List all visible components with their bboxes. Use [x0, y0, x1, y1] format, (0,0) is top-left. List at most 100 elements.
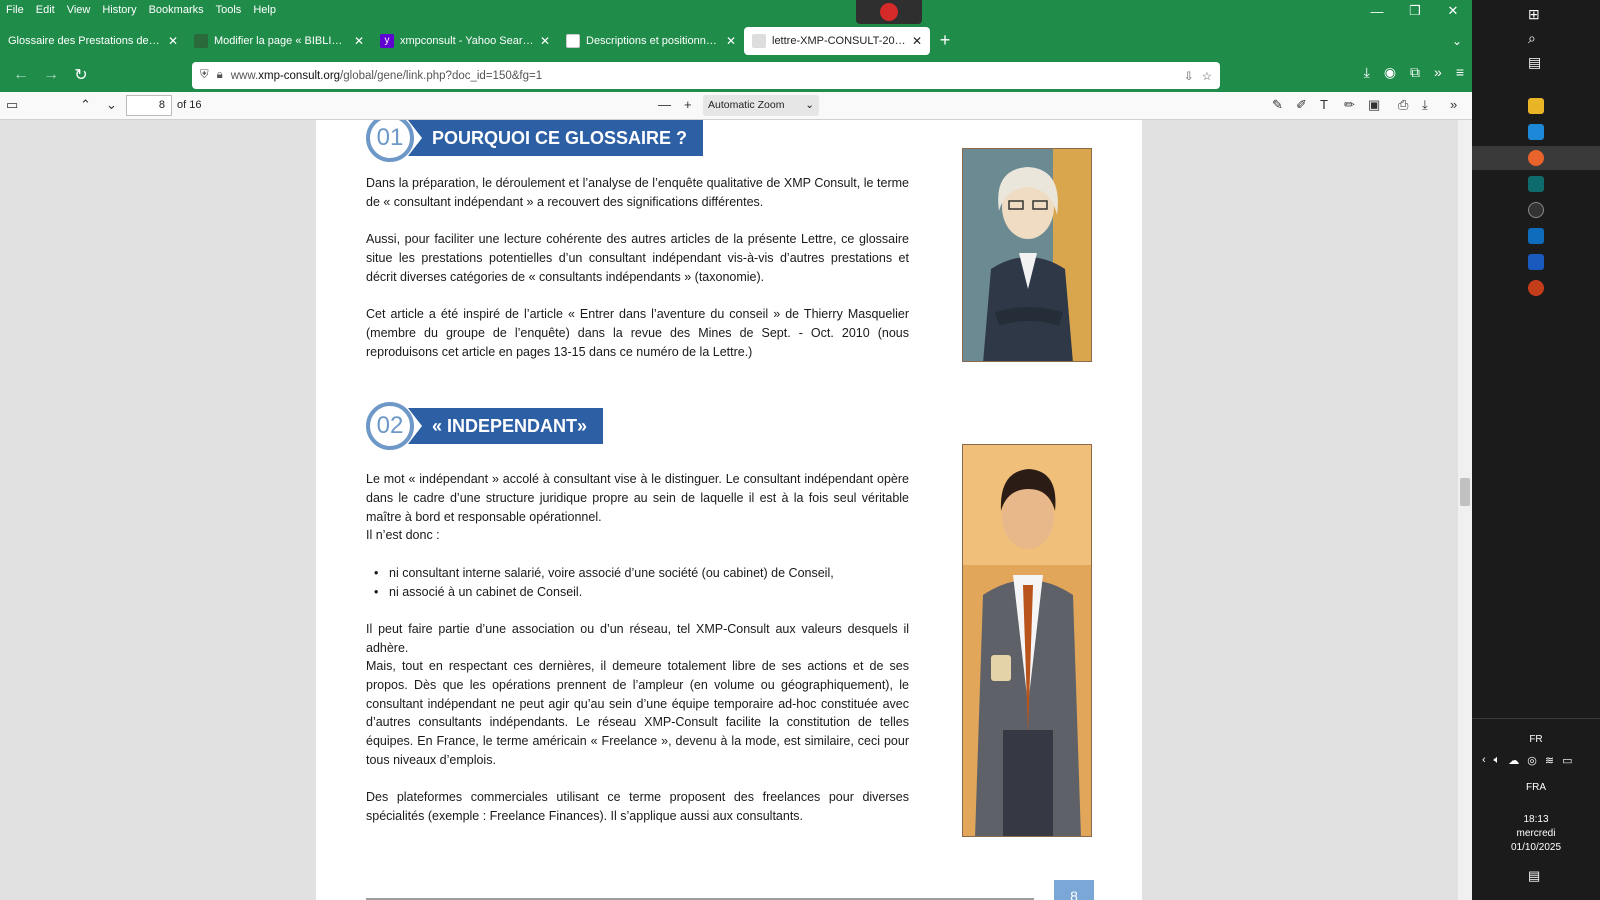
xmp-favicon-icon — [752, 33, 766, 48]
draw-icon[interactable]: ✐ — [1296, 97, 1307, 113]
bullet-list: ni consultant interne salarié, voire ass… — [374, 564, 894, 602]
list-item: ni associé à un cabinet de Conseil. — [374, 583, 894, 602]
input-language[interactable]: FRA — [1472, 782, 1600, 793]
bookmark-star-icon[interactable]: ☆ — [1202, 69, 1212, 83]
section-number: 01 — [366, 120, 414, 162]
pdf-toolbar: ▭ ⌃ ⌄ 8 of 16 — + Automatic Zoom ⌄ ✎ ✐ T … — [0, 92, 1472, 120]
volume-icon[interactable]: 🔈︎ — [1494, 754, 1501, 767]
url-bar[interactable]: ⛨ 🔒︎ www.xmp-consult.org/global/gene/lin… — [192, 62, 1220, 89]
tab-descriptions[interactable]: Descriptions et positionnement ✕ — [558, 27, 744, 55]
overflow-chevrons-icon[interactable]: » — [1434, 64, 1442, 81]
section-title: POURQUOI CE GLOSSAIRE ? — [408, 120, 704, 156]
menu-file[interactable]: File — [0, 4, 30, 16]
powerpoint-icon[interactable] — [1528, 280, 1544, 296]
tab-title: Modifier la page « BIBLIOGRAPHIE — [214, 34, 348, 47]
close-window-button[interactable]: ✕ — [1434, 0, 1472, 22]
reader-mode-icon[interactable]: ⇩ — [1184, 69, 1194, 83]
app-icon[interactable] — [1528, 176, 1544, 192]
tab-glossaire[interactable]: Glossaire des Prestations de conseil ✕ — [0, 27, 186, 55]
meet-icon[interactable]: ◎ — [1527, 754, 1537, 767]
image-tool-icon[interactable]: ▣ — [1368, 97, 1380, 113]
paragraph: Aussi, pour faciliter une lecture cohére… — [366, 232, 909, 284]
more-tools-icon[interactable]: » — [1450, 97, 1457, 112]
text-tool-icon[interactable]: T — [1320, 97, 1328, 112]
paragraph: Il peut faire partie d’une association o… — [366, 622, 909, 655]
cloud-icon[interactable]: ☁ — [1508, 754, 1519, 767]
paragraph: Cet article a été inspiré de l’article «… — [366, 307, 909, 359]
page-count: of 16 — [177, 99, 202, 111]
file-explorer-icon[interactable] — [1528, 98, 1544, 114]
outlook-icon[interactable] — [1528, 228, 1544, 244]
highlight-icon[interactable]: ✎ — [1272, 97, 1283, 113]
menu-view[interactable]: View — [61, 4, 97, 16]
tab-lettre-pdf[interactable]: lettre-XMP-CONSULT-2025_01 ✕ — [744, 26, 930, 55]
close-tab-icon[interactable]: ✕ — [726, 34, 736, 48]
extensions-icon[interactable]: ⧉ — [1410, 64, 1420, 81]
firefox-icon[interactable] — [1528, 150, 1544, 166]
task-view-icon[interactable]: ▤ — [1528, 54, 1541, 71]
search-icon[interactable]: ⌕ — [1528, 30, 1536, 47]
new-tab-button[interactable]: + — [930, 30, 960, 51]
print-icon[interactable]: ⎙ — [1398, 97, 1408, 113]
vertical-scrollbar[interactable] — [1458, 120, 1472, 900]
page-number-badge: 8 — [1054, 880, 1094, 900]
ink-icon[interactable]: ✏ — [1344, 97, 1355, 113]
mic-indicator[interactable] — [856, 0, 922, 24]
section-01-heading: 01 POURQUOI CE GLOSSAIRE ? — [366, 120, 704, 162]
page-number-input[interactable]: 8 — [126, 95, 172, 116]
store-icon[interactable] — [1528, 124, 1544, 140]
sidebar-toggle-icon[interactable]: ▭ — [6, 97, 18, 113]
save-icon[interactable]: ⤓ — [1422, 97, 1428, 113]
close-tab-icon[interactable]: ✕ — [540, 34, 550, 48]
account-icon[interactable]: ◉ — [1384, 64, 1396, 81]
tab-title: Descriptions et positionnement — [586, 34, 720, 47]
close-tab-icon[interactable]: ✕ — [912, 34, 922, 48]
clock-time[interactable]: 18:13 — [1472, 814, 1600, 825]
app-flame-icon[interactable] — [1528, 202, 1544, 218]
shield-icon[interactable]: ⛨ — [200, 69, 209, 82]
divider — [1472, 718, 1600, 719]
minimize-button[interactable]: — — [1358, 0, 1396, 22]
word-icon[interactable] — [1528, 254, 1544, 270]
menu-history[interactable]: History — [96, 4, 142, 16]
back-button[interactable]: ← — [6, 66, 36, 84]
section-title: « INDEPENDANT» — [408, 408, 604, 444]
pdf-page: 01 POURQUOI CE GLOSSAIRE ? Dans la prépa… — [316, 120, 1142, 900]
tab-modifier-page[interactable]: Modifier la page « BIBLIOGRAPHIE ✕ — [186, 27, 372, 55]
battery-icon[interactable]: ▭ — [1562, 754, 1572, 767]
pdf-viewer[interactable]: 01 POURQUOI CE GLOSSAIRE ? Dans la prépa… — [0, 120, 1472, 900]
zoom-select[interactable]: Automatic Zoom ⌄ — [703, 95, 819, 116]
chevron-left-icon[interactable]: ‹ — [1482, 754, 1486, 767]
menu-bar: File Edit View History Bookmarks Tools H… — [0, 0, 1472, 20]
paragraph: Mais, tout en respectant ces dernières, … — [366, 659, 909, 767]
menu-help[interactable]: Help — [247, 4, 282, 16]
previous-page-icon[interactable]: ⌃ — [80, 97, 91, 113]
menu-tools[interactable]: Tools — [210, 4, 248, 16]
close-tab-icon[interactable]: ✕ — [354, 34, 364, 48]
close-tab-icon[interactable]: ✕ — [168, 34, 178, 48]
notifications-icon[interactable]: ▤ — [1528, 868, 1540, 884]
tab-title: lettre-XMP-CONSULT-2025_01 — [772, 34, 906, 47]
windows-start-icon[interactable]: ⊞ — [1528, 6, 1540, 23]
doc-favicon-icon — [566, 33, 580, 48]
zoom-out-icon[interactable]: — — [658, 97, 671, 112]
paragraph: Il n’est donc : — [366, 528, 440, 542]
downloads-icon[interactable]: ⤓ — [1364, 64, 1370, 81]
maximize-button[interactable]: ❐ — [1396, 0, 1434, 22]
scroll-thumb[interactable] — [1460, 478, 1470, 506]
lock-icon[interactable]: 🔒︎ — [217, 69, 223, 82]
tab-yahoo-search[interactable]: y xmpconsult - Yahoo Search - Ac ✕ — [372, 27, 558, 55]
zoom-in-icon[interactable]: + — [684, 97, 692, 112]
menu-edit[interactable]: Edit — [30, 4, 61, 16]
menu-bookmarks[interactable]: Bookmarks — [143, 4, 210, 16]
list-tabs-chevron-icon[interactable]: ⌄ — [1452, 34, 1462, 48]
reload-button[interactable]: ↻ — [66, 65, 96, 85]
paragraph: Des plateformes commerciales utilisant c… — [366, 790, 909, 823]
wifi-icon[interactable]: ≋ — [1545, 754, 1554, 767]
businesswoman-illustration — [962, 148, 1092, 362]
forward-button[interactable]: → — [36, 66, 66, 84]
app-menu-icon[interactable]: ≡ — [1456, 64, 1464, 81]
next-page-icon[interactable]: ⌄ — [106, 97, 117, 113]
language-indicator[interactable]: FR — [1472, 734, 1600, 745]
chevron-down-icon: ⌄ — [805, 99, 814, 111]
